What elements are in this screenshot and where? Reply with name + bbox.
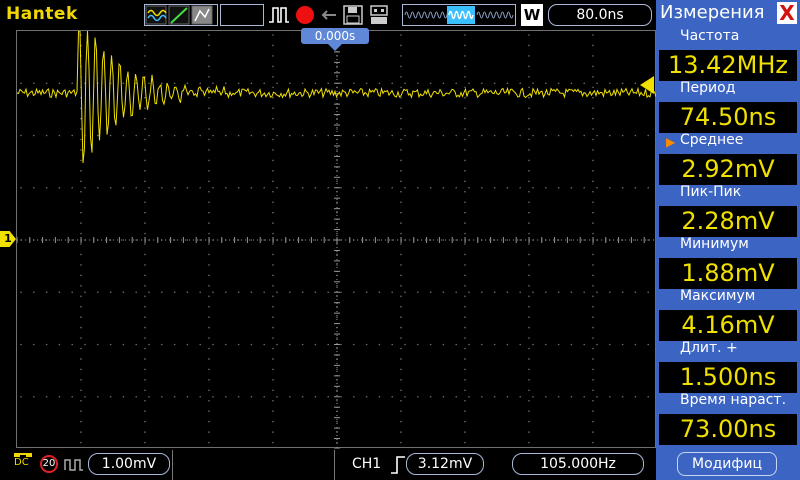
measurement-value[interactable]: 74.50ns — [659, 102, 797, 133]
measurement-label: Период — [680, 80, 736, 96]
status-bar: DC 20 1.00mV CH1 3.12mV 105.000Hz — [0, 450, 656, 480]
measurement-value[interactable]: 1.500ns — [659, 362, 797, 393]
measurement-value[interactable]: 4.16mV — [659, 310, 797, 341]
pulse-trigger-icon[interactable] — [268, 4, 290, 26]
measurement-label: Минимум — [680, 236, 749, 252]
save-icon[interactable] — [342, 4, 364, 26]
measurement-panel: Измерения X Частота 13.42MHz Период 74.50ns… — [656, 0, 800, 480]
measurement-label: Время нараст. — [680, 392, 787, 408]
channel-1-marker[interactable]: 1 — [0, 231, 16, 247]
timebase-readout[interactable]: 80.0ns — [548, 4, 652, 26]
top-toolbar: Hantek W 80.0ns — [0, 0, 656, 30]
measurement-value[interactable]: 73.00ns — [659, 414, 797, 445]
panel-title: Измерения — [660, 2, 765, 23]
arrow-left-icon[interactable] — [318, 4, 340, 26]
trigger-position-marker[interactable] — [327, 43, 343, 51]
divider — [334, 450, 335, 480]
measurement-label: Пик-Пик — [680, 184, 742, 200]
waveform-screen[interactable] — [16, 30, 657, 449]
zoom-window-button[interactable]: W — [521, 4, 543, 26]
measurement-value[interactable]: 2.92mV — [659, 154, 797, 185]
measurement-value[interactable]: 1.88mV — [659, 258, 797, 289]
measurement-value[interactable]: 2.28mV — [659, 206, 797, 237]
brand-logo: Hantek — [6, 4, 78, 24]
measurement-label: Длит. + — [680, 340, 738, 356]
measurement-label: Среднее — [680, 132, 744, 148]
close-button[interactable]: X — [777, 2, 797, 24]
modify-button[interactable]: Модифиц — [677, 452, 777, 476]
divider — [172, 450, 173, 480]
measurement-value[interactable]: 13.42MHz — [659, 50, 797, 81]
trigger-time-label[interactable]: 0.000s — [301, 28, 369, 44]
coupling-label: DC — [14, 457, 29, 468]
dc-coupling-icon[interactable]: DC — [14, 453, 32, 468]
display-mode-box[interactable] — [220, 4, 264, 26]
graticule — [17, 31, 657, 449]
memory-position-bar[interactable] — [402, 4, 516, 26]
rising-edge-icon[interactable] — [390, 455, 406, 475]
frequency-counter[interactable]: 105.000Hz — [512, 453, 644, 475]
measurement-label: Максимум — [680, 288, 756, 304]
trigger-level-readout[interactable]: 3.12mV — [406, 453, 484, 475]
record-icon[interactable] — [296, 6, 314, 24]
ch1-scale-readout[interactable]: 1.00mV — [88, 453, 170, 475]
trigger-level-marker[interactable] — [640, 76, 654, 94]
invert-icon[interactable] — [64, 458, 84, 472]
selected-arrow-icon: ▶ — [666, 135, 676, 149]
acquire-mode-group[interactable] — [144, 4, 218, 26]
bandwidth-limit-icon[interactable]: 20 — [40, 455, 58, 473]
measurement-label: Частота — [680, 28, 740, 44]
usb-icon[interactable] — [368, 4, 390, 26]
trigger-source-label[interactable]: CH1 — [352, 456, 381, 472]
